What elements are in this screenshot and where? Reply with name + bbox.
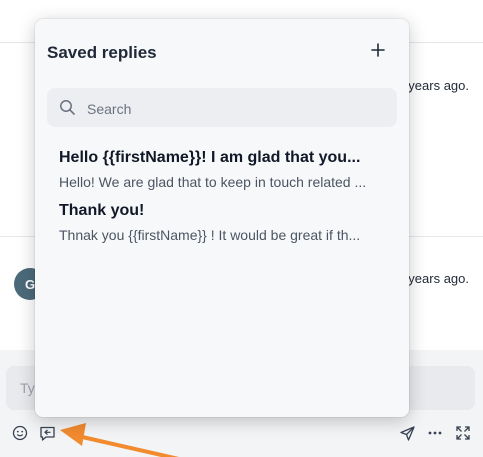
saved-reply-title: Thank you! <box>59 202 145 219</box>
plus-icon[interactable] <box>367 39 389 61</box>
saved-reply-preview: Hello! We are glad that to keep in touch… <box>59 174 367 190</box>
more-icon[interactable] <box>426 424 444 442</box>
saved-replies-icon[interactable] <box>38 424 56 442</box>
message-input-placeholder: Ty <box>20 380 35 396</box>
send-icon[interactable] <box>398 424 416 442</box>
emoji-icon[interactable] <box>11 424 29 442</box>
message-time: years ago. <box>408 78 469 93</box>
popover-title: Saved replies <box>47 43 157 62</box>
saved-replies-popover: Saved replies Hello {{firstName}}! I am … <box>35 19 409 417</box>
search-input[interactable] <box>85 88 389 129</box>
saved-reply-item[interactable]: Thank you! Thnak you {{firstName}} ! It … <box>59 202 395 243</box>
saved-reply-item[interactable]: Hello {{firstName}}! I am glad that you.… <box>59 149 395 190</box>
saved-reply-title: Hello {{firstName}}! I am glad that you.… <box>59 149 361 166</box>
saved-reply-preview: Thnak you {{firstName}} ! It would be gr… <box>59 227 361 243</box>
message-time: years ago. <box>408 271 469 286</box>
avatar-initial: G <box>24 276 36 292</box>
expand-icon[interactable] <box>454 424 472 442</box>
search-icon <box>59 99 76 121</box>
search-box <box>47 88 397 129</box>
